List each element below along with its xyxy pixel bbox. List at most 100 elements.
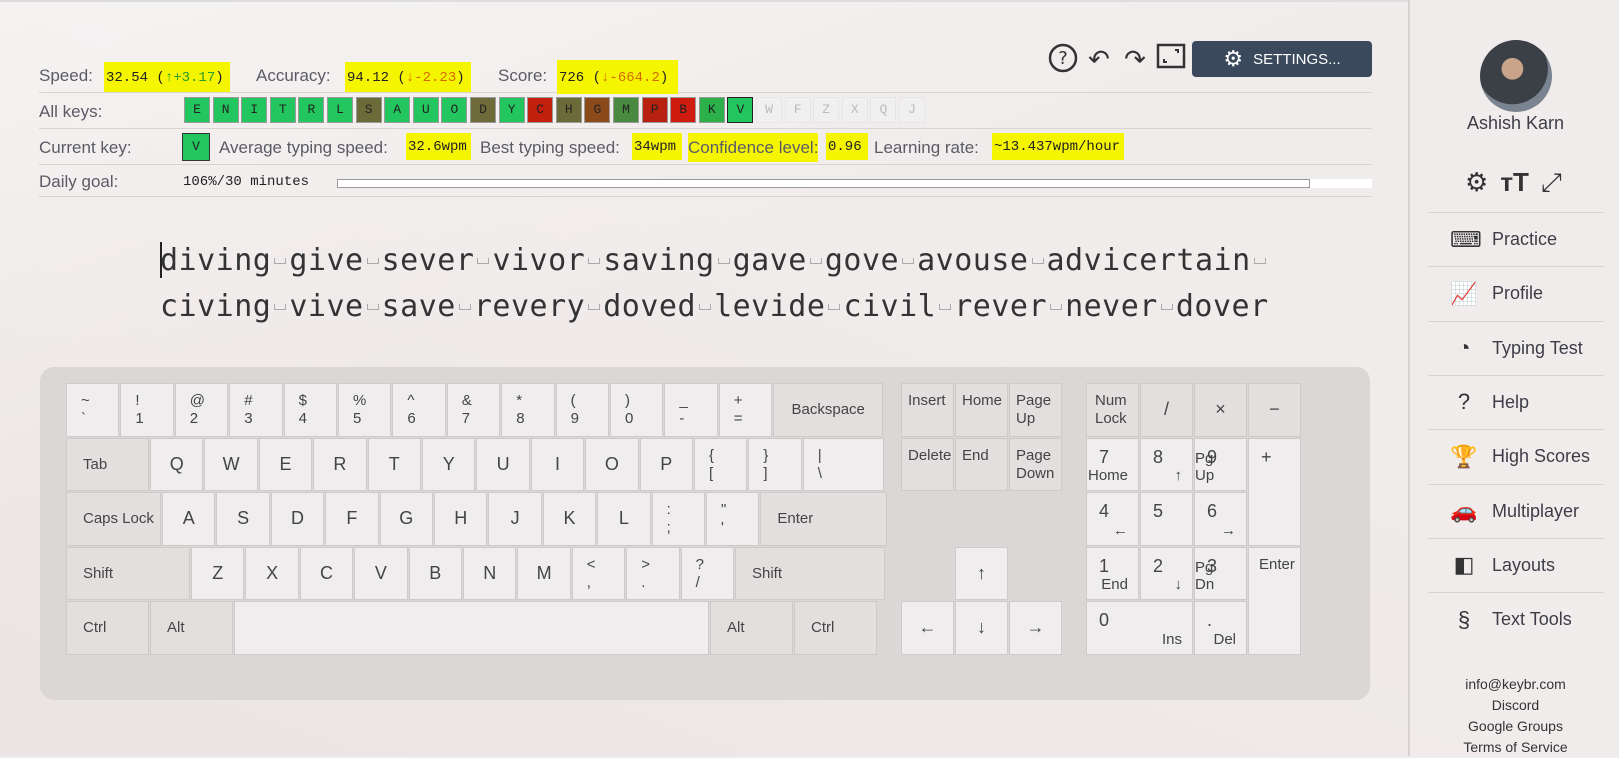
key-u: U [476, 437, 530, 491]
key-char: 9 [570, 410, 579, 427]
key-r: R [313, 437, 367, 491]
nav-layouts[interactable]: ◧ Layouts [1428, 537, 1604, 592]
lesson-word: never [1065, 289, 1158, 324]
key-label: Q [169, 453, 184, 474]
font-size-icon[interactable]: ᴛT [1500, 167, 1529, 199]
key-label: A [182, 508, 195, 529]
key-label: P [660, 453, 673, 474]
confidence-label: Confidence level: [688, 133, 819, 162]
nav-help[interactable]: ? Help [1428, 374, 1604, 429]
key-chip-g: G [584, 97, 611, 123]
key-label: F [346, 508, 358, 529]
key-shift-char: " [721, 501, 727, 518]
key-num-0: 0 Ins [1086, 601, 1193, 655]
lesson-word: rever [954, 289, 1048, 324]
key-chip-y: Y [498, 97, 525, 123]
key-digit: 7 [1099, 446, 1110, 467]
key-11: ) 0 [610, 383, 664, 437]
key-label: I [554, 453, 560, 474]
footer-google-groups[interactable]: Google Groups [1410, 718, 1619, 734]
current-key-box: V [182, 133, 210, 161]
key-shift-char: _ [679, 392, 688, 409]
key-shift-char: + [733, 392, 743, 409]
theme-gear-icon[interactable]: ⚙ [1465, 167, 1488, 199]
key-label-line: Page [1016, 446, 1052, 464]
key-legend: " ' [721, 501, 726, 537]
key-chip-w: W [756, 97, 782, 123]
key-alt-right: Alt [710, 601, 793, 655]
sidebar: Ashish Karn ⚙ ᴛT ⤢ ⌨ Practice 📈 Profile ◔ Typ… [1408, 0, 1619, 756]
lesson-text[interactable]: diving give sever vivor saving gave gove avouse… [160, 238, 1269, 330]
key-shift-char: | [817, 446, 822, 464]
key-h: H [434, 492, 488, 546]
key-q: Q [150, 437, 204, 491]
key-tab: Tab [66, 437, 149, 491]
key-num-plus: + [1248, 437, 1301, 546]
key-digit: 8 [1153, 446, 1164, 467]
expand-icon[interactable]: ⤢ [1541, 167, 1562, 199]
key-label: S [237, 508, 250, 529]
key-sub-label: ↓ [1174, 576, 1183, 593]
key-label-line: Insert [908, 392, 946, 409]
key-sub-label: End [1101, 576, 1128, 593]
key-num-1: 1 End [1086, 546, 1139, 600]
footer-terms[interactable]: Terms of Service [1410, 739, 1619, 755]
key-caps-lock: Caps Lock [66, 492, 161, 546]
nav-label: Help [1492, 391, 1530, 412]
key-char: \ [817, 464, 822, 482]
key-chip-m: M [613, 97, 639, 123]
key-shift-char: $ [298, 392, 307, 409]
lesson-line-2: civing vive save revery doved levide civil reve… [160, 284, 1269, 330]
daily-goal-progress [337, 179, 1310, 188]
key-12: _ - [664, 383, 718, 437]
key-label: Caps Lock [83, 510, 154, 528]
key-space [234, 601, 709, 655]
key-sym4-2: ? / [680, 546, 734, 600]
key-chip-a: A [384, 97, 411, 123]
lesson-word: revery [473, 289, 586, 324]
lesson-word: civing [160, 289, 272, 324]
footer-discord[interactable]: Discord [1410, 697, 1619, 713]
key-label: W [222, 453, 240, 474]
key-char: = [733, 410, 743, 427]
nav-high-scores[interactable]: 🏆 High Scores [1428, 429, 1604, 483]
lesson-word: advicertain [1046, 243, 1251, 278]
nav-text-tools[interactable]: § Text Tools [1428, 592, 1604, 646]
key-chip-v: V [727, 97, 754, 123]
nav-label: Typing Test [1492, 337, 1583, 358]
key-label: C [319, 562, 333, 583]
arrow-up-icon: ↑ [977, 562, 986, 583]
key-label: X [266, 562, 279, 583]
key-legend: Page Down [1016, 447, 1054, 483]
avatar[interactable] [1480, 40, 1552, 112]
nav-multiplayer[interactable]: 🚗 Multiplayer [1428, 483, 1604, 538]
key-chip-c: C [527, 97, 554, 123]
user-name[interactable]: Ashish Karn [1410, 113, 1619, 134]
key-n: N [463, 546, 517, 600]
nav-profile[interactable]: 📈 Profile [1428, 266, 1604, 320]
key-num-dot: . Del [1194, 601, 1247, 655]
footer-email[interactable]: info@keybr.com [1410, 676, 1619, 692]
key-i: I [530, 437, 585, 491]
key-shift-char: < [586, 555, 596, 573]
key-1: ~ ` [66, 383, 120, 437]
key-o: O [585, 437, 639, 491]
key-char: 7 [461, 410, 471, 427]
key-chip-n: N [212, 97, 239, 123]
high-scores-icon: 🏆 [1450, 443, 1478, 469]
virtual-keyboard: ~ `! 1 @2 #3 $4% 5 ^ 6 & 7 * 8(9) 0 _ - + = Backspace Tab Q W… [40, 367, 1370, 700]
nav-practice[interactable]: ⌨ Practice [1428, 212, 1604, 266]
avg-speed-label: Average typing speed: [219, 138, 388, 157]
key-num-lock: Num Lock [1086, 383, 1139, 437]
key-num-enter: Enter [1248, 546, 1301, 655]
key-chip-x: X [841, 97, 868, 123]
lesson-word: save [381, 289, 456, 324]
key-label: × [1215, 399, 1226, 420]
key-legend: ? / [696, 556, 704, 592]
key-label: − [1269, 399, 1280, 420]
lesson-word: gave [732, 243, 807, 278]
key-ctrl-left: Ctrl [66, 601, 149, 655]
key-label: V [374, 562, 387, 583]
nav-label: Text Tools [1492, 609, 1572, 630]
nav-typing-test[interactable]: ◔ Typing Test [1428, 320, 1604, 375]
